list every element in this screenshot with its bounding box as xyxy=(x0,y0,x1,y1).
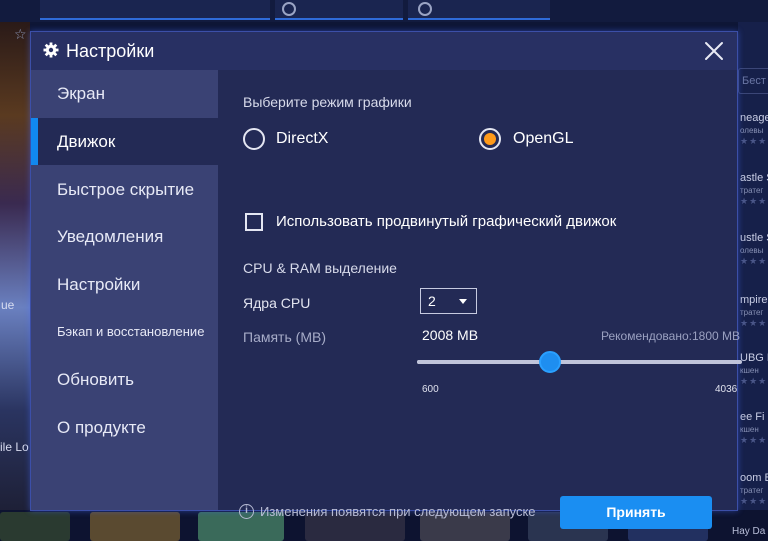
advanced-engine-checkbox[interactable] xyxy=(245,213,263,231)
opengl-label[interactable]: OpenGL xyxy=(513,130,573,148)
background-app-genre: тратег xyxy=(740,486,764,495)
chevron-down-icon xyxy=(459,299,467,304)
background-tab-icon xyxy=(418,2,432,16)
memory-label: Память (MB) xyxy=(243,329,326,345)
background-app-title: ustle S xyxy=(740,232,768,244)
background-app-list-item[interactable]: UBG M кшен★★★ xyxy=(740,352,768,387)
background-app-list-item[interactable]: mpire тратег ★★★ xyxy=(740,294,768,329)
background-app-title: ee Fi xyxy=(740,411,765,423)
memory-slider-max: 4036 xyxy=(715,384,738,395)
background-search-input[interactable]: Бест xyxy=(738,68,768,94)
background-app-title: oom B xyxy=(740,472,768,484)
directx-radio[interactable] xyxy=(243,128,265,150)
sidebar-item-notifications[interactable]: Уведомления xyxy=(31,213,218,260)
background-left-game-strip xyxy=(0,22,30,541)
gear-icon xyxy=(43,42,59,58)
background-app-title: UBG M xyxy=(740,352,768,364)
memory-slider-min: 600 xyxy=(422,384,439,395)
settings-sidebar: Экран Движок Быстрое скрытие Уведомления… xyxy=(31,70,218,510)
settings-dialog: Настройки Экран Движок Быстрое скрытие У… xyxy=(30,31,742,529)
close-icon[interactable] xyxy=(703,40,725,62)
background-app-genre: кшен xyxy=(740,425,759,434)
background-app-list-item[interactable]: ustle S олевы★★★ xyxy=(740,232,768,267)
background-app-list-item[interactable]: astle S тратег★★★ xyxy=(740,172,768,207)
sidebar-item-backup-restore[interactable]: Бэкап и восстановление xyxy=(31,308,218,355)
graphics-mode-label: Выберите режим графики xyxy=(243,94,412,110)
cpu-cores-label: Ядра CPU xyxy=(243,295,311,311)
background-thumbnail[interactable] xyxy=(0,512,70,541)
background-app-genre: олевы xyxy=(740,246,764,255)
advanced-engine-label[interactable]: Использовать продвинутый графический дви… xyxy=(276,213,616,230)
background-app-list-item[interactable]: neage олевы ★★★ xyxy=(740,112,768,147)
cpu-cores-select[interactable]: 2 xyxy=(420,288,477,314)
background-app-title: mpire xyxy=(740,294,768,306)
background-top-bar xyxy=(0,0,768,22)
info-icon: i xyxy=(239,504,254,519)
opengl-radio[interactable] xyxy=(479,128,501,150)
background-app-list-item[interactable]: ee Fi кшен ★★★ xyxy=(740,411,768,446)
sidebar-item-engine[interactable]: Движок xyxy=(31,118,218,165)
background-left-text: ile Lo xyxy=(0,440,29,454)
background-thumbnail[interactable] xyxy=(90,512,180,541)
memory-slider[interactable] xyxy=(417,360,742,364)
background-app-genre: кшен xyxy=(740,366,759,375)
background-app-genre: тратег xyxy=(740,186,764,195)
sidebar-item-preferences[interactable]: Настройки xyxy=(31,261,218,308)
memory-value: 2008 MB xyxy=(422,327,479,343)
rating-stars-icon: ★★★ xyxy=(740,196,768,206)
memory-recommended: Рекомендовано:1800 MB xyxy=(600,329,740,343)
rating-stars-icon: ★★★ xyxy=(740,136,768,146)
cpu-cores-value: 2 xyxy=(428,293,436,309)
sidebar-item-boss-key[interactable]: Быстрое скрытие xyxy=(31,166,218,213)
apply-button[interactable]: Принять xyxy=(560,496,712,529)
memory-slider-thumb[interactable] xyxy=(539,351,562,373)
background-app-list-item[interactable]: oom B тратег★★★ xyxy=(740,472,768,507)
directx-label[interactable]: DirectX xyxy=(276,130,328,148)
star-icon[interactable]: ☆ xyxy=(14,26,27,43)
rating-stars-icon: ★★★ xyxy=(740,256,768,266)
background-right-panel xyxy=(738,22,768,541)
dialog-title: Настройки xyxy=(66,41,155,61)
restart-note: Изменения появятся при следующем запуске xyxy=(260,504,536,519)
cpu-ram-title: CPU & RAM выделение xyxy=(243,260,397,276)
background-bottom-text: Hay Da xyxy=(732,526,766,537)
rating-stars-icon: ★★★ xyxy=(740,318,768,328)
background-app-genre: олевы xyxy=(740,126,764,135)
rating-stars-icon: ★★★ xyxy=(740,376,768,386)
background-tab[interactable] xyxy=(40,0,270,20)
background-app-title: neage xyxy=(740,112,768,124)
rating-stars-icon: ★★★ xyxy=(740,435,768,445)
background-left-text: ue xyxy=(1,298,15,312)
background-app-title: astle S xyxy=(740,172,768,184)
sidebar-item-about[interactable]: О продукте xyxy=(31,404,218,451)
background-tab-icon xyxy=(282,2,296,16)
rating-stars-icon: ★★★ xyxy=(740,496,768,506)
engine-settings-panel: Выберите режим графики DirectX OpenGL Ис… xyxy=(218,70,742,529)
sidebar-item-display[interactable]: Экран xyxy=(31,70,218,117)
dialog-titlebar: Настройки xyxy=(31,32,737,70)
memory-slider-fill xyxy=(417,360,551,364)
sidebar-item-update[interactable]: Обновить xyxy=(31,356,218,403)
background-app-genre: тратег xyxy=(740,308,764,317)
